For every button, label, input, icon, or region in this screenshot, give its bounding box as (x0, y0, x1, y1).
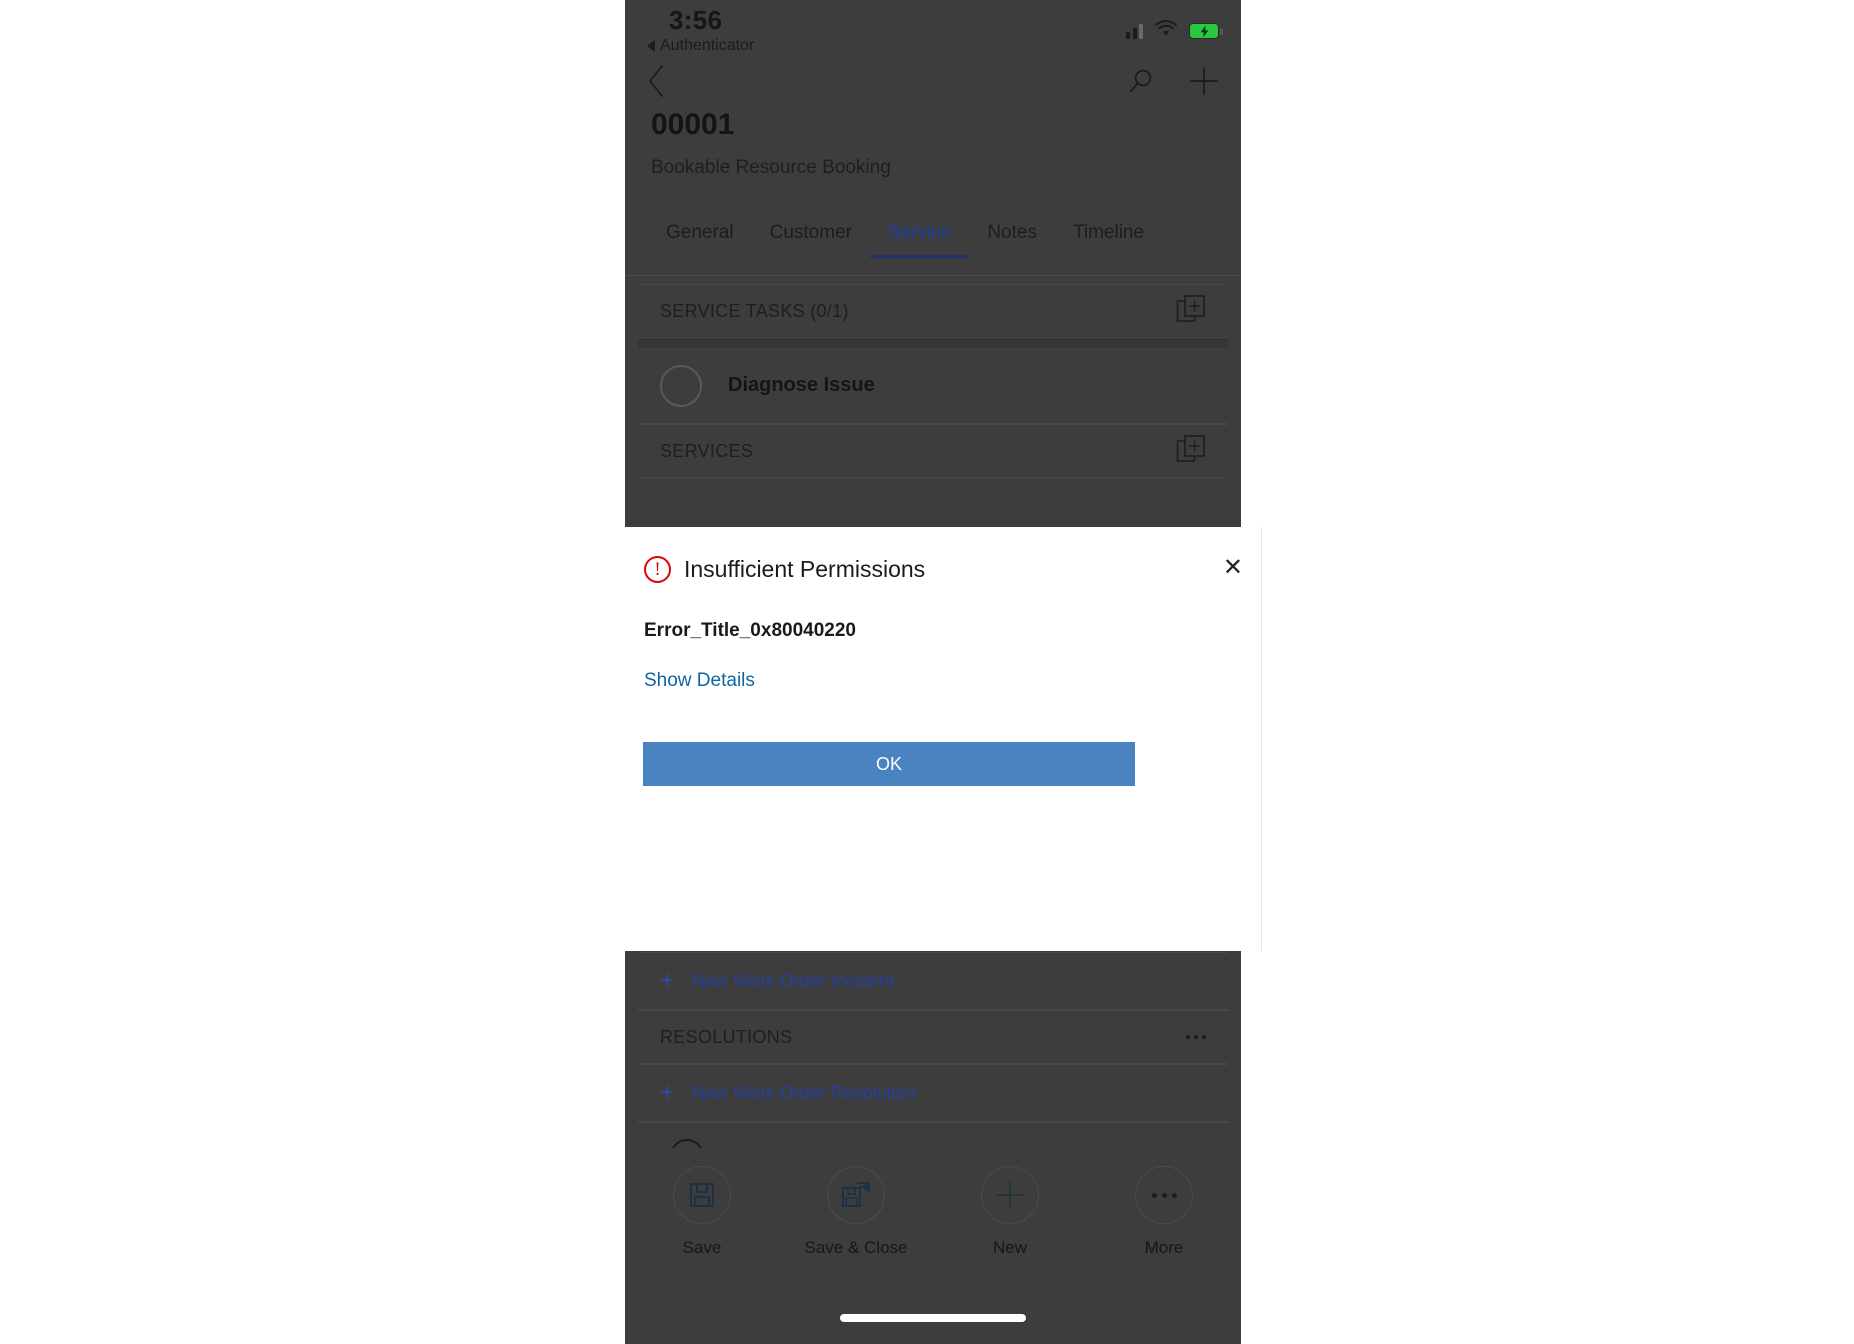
partial-row-clipped (638, 1122, 1228, 1148)
back-triangle-icon (647, 40, 655, 52)
error-exclamation-icon: ! (644, 556, 671, 583)
save-and-close-button-label: Save & Close (804, 1238, 908, 1257)
new-work-order-incident-label: New Work Order Incident (692, 970, 894, 991)
record-header: 00001 Bookable Resource Booking (625, 106, 1241, 180)
top-command-bar (625, 56, 1241, 106)
dialog-title: Insufficient Permissions (684, 556, 926, 582)
status-bar-back-app-label: Authenticator (660, 37, 755, 54)
save-and-close-icon (827, 1166, 885, 1224)
plus-icon (981, 1166, 1039, 1224)
status-bar: 3:56 Authenticator (625, 0, 1241, 56)
bottom-command-bar: Save Save & Close New More (625, 1152, 1241, 1282)
section-title: SERVICE TASKS (0/1) (660, 300, 849, 321)
tab-timeline[interactable]: Timeline (1055, 222, 1162, 258)
add-record-icon[interactable] (1176, 434, 1206, 469)
status-bar-left: 3:56 Authenticator (647, 6, 754, 55)
dialog-title-row: ! Insufficient Permissions ✕ (644, 556, 1243, 583)
task-label: Diagnose Issue (728, 374, 875, 396)
ok-button[interactable]: OK (643, 742, 1135, 786)
section-header-resolutions: RESOLUTIONS (638, 1010, 1228, 1064)
dialog-title-group: ! Insufficient Permissions (644, 556, 925, 583)
circle-unchecked-icon[interactable] (660, 364, 702, 407)
service-tab-panel-lower: + New Work Order Incident RESOLUTIONS + … (638, 952, 1228, 1148)
tab-customer[interactable]: Customer (752, 222, 870, 258)
more-button[interactable]: More (1104, 1166, 1224, 1258)
record-id: 00001 (651, 108, 735, 141)
close-icon[interactable]: ✕ (1223, 556, 1243, 580)
tab-general[interactable]: General (648, 222, 752, 258)
tab-notes[interactable]: Notes (969, 222, 1055, 258)
wifi-icon (1154, 20, 1178, 42)
section-title: SERVICES (660, 440, 754, 461)
status-bar-right (1126, 20, 1223, 42)
save-button-label: Save (682, 1238, 722, 1257)
save-floppy-icon (673, 1166, 731, 1224)
search-icon[interactable] (1127, 67, 1155, 95)
command-bar-actions (1127, 66, 1219, 96)
insufficient-permissions-dialog: ! Insufficient Permissions ✕ Error_Title… (625, 527, 1262, 951)
home-indicator (840, 1314, 1026, 1322)
new-work-order-resolution-row[interactable]: + New Work Order Resolution (638, 1064, 1228, 1122)
add-record-icon[interactable] (1176, 294, 1206, 329)
tab-service[interactable]: Service (869, 222, 970, 258)
save-and-close-button[interactable]: Save & Close (796, 1166, 916, 1258)
show-details-link[interactable]: Show Details (644, 670, 755, 692)
back-button[interactable] (647, 64, 667, 98)
record-entity-name: Bookable Resource Booking (651, 157, 891, 178)
table-row[interactable]: Diagnose Issue (638, 348, 1228, 424)
section-header-service-tasks: SERVICE TASKS (0/1) (638, 284, 1228, 338)
plus-icon[interactable] (1189, 66, 1219, 96)
section-header-services: SERVICES (638, 424, 1228, 478)
tabs-divider (625, 275, 1241, 276)
new-work-order-resolution-label: New Work Order Resolution (692, 1082, 916, 1103)
new-button-label: New (992, 1238, 1027, 1257)
battery-charging-icon (1189, 23, 1223, 39)
more-button-label: More (1144, 1238, 1184, 1257)
section-spacer (638, 338, 1228, 348)
status-bar-back-to-app[interactable]: Authenticator (647, 37, 754, 55)
ellipsis-icon (1135, 1166, 1193, 1224)
service-tab-panel-upper: SERVICE TASKS (0/1) Diagnose Issue SERVI… (638, 284, 1228, 478)
section-title: RESOLUTIONS (660, 1026, 793, 1047)
plus-icon: + (660, 1079, 675, 1106)
new-button[interactable]: New (950, 1166, 1070, 1258)
status-bar-clock: 3:56 (669, 5, 723, 35)
ellipsis-icon[interactable] (1186, 1035, 1206, 1039)
screenshot-root: 3:56 Authenticator 00001 Bookable Resour… (0, 0, 1854, 1344)
signal-bars-icon (1126, 23, 1143, 39)
circle-unchecked-icon (670, 1139, 704, 1148)
new-work-order-incident-row[interactable]: + New Work Order Incident (638, 952, 1228, 1010)
dialog-error-code: Error_Title_0x80040220 (644, 620, 856, 641)
save-button[interactable]: Save (642, 1166, 762, 1258)
form-tabs: General Customer Service Notes Timeline (625, 222, 1241, 276)
plus-icon: + (660, 967, 675, 994)
